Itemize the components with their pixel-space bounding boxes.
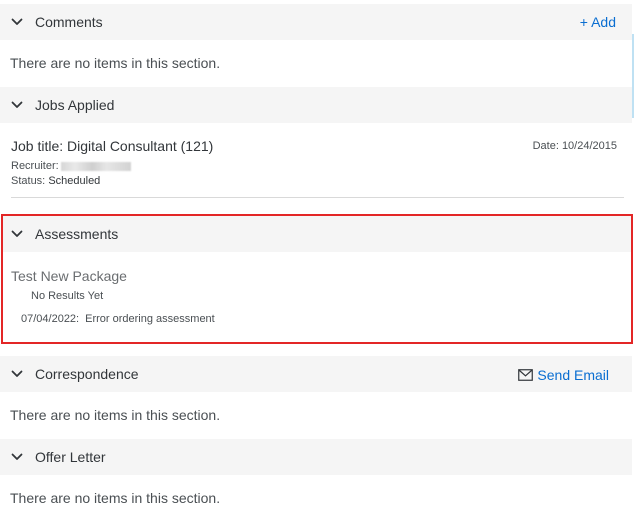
comments-section-title: Comments [35, 14, 103, 30]
chevron-down-icon[interactable] [11, 99, 23, 111]
comments-empty-text: There are no items in this section. [10, 55, 221, 71]
chevron-down-icon[interactable] [11, 451, 23, 463]
offer-letter-section-header[interactable]: Offer Letter [0, 439, 632, 475]
jobs-applied-section-header[interactable]: Jobs Applied [0, 87, 632, 123]
job-title[interactable]: Job title: Digital Consultant (121) [11, 137, 213, 155]
status-row: Status: Scheduled [11, 174, 100, 188]
job-applied-date: Date: 10/24/2015 [532, 140, 617, 152]
offer-letter-section-title: Offer Letter [35, 449, 106, 465]
candidate-profile-sections: Comments + Add There are no items in thi… [0, 0, 634, 516]
chevron-down-icon[interactable] [11, 16, 23, 28]
status-value: Scheduled [48, 175, 101, 187]
offer-letter-empty-text: There are no items in this section. [10, 490, 221, 506]
assessments-highlight-box [1, 214, 633, 344]
mail-icon [518, 367, 534, 381]
jobs-applied-section-title: Jobs Applied [35, 97, 115, 113]
recruiter-name-redacted [60, 161, 131, 171]
chevron-down-icon[interactable] [11, 368, 23, 380]
correspondence-empty-text: There are no items in this section. [10, 407, 221, 423]
comments-section-header[interactable]: Comments + Add [0, 4, 632, 40]
add-comment-button[interactable]: + Add [580, 13, 616, 31]
divider [11, 197, 624, 198]
correspondence-section-header[interactable]: Correspondence Send Email [0, 356, 632, 392]
recruiter-label: Recruiter: [11, 160, 59, 172]
correspondence-section-title: Correspondence [35, 366, 139, 382]
send-email-button[interactable]: Send Email [518, 366, 609, 384]
status-label: Status: [11, 175, 46, 187]
send-email-label: Send Email [537, 367, 609, 383]
recruiter-row: Recruiter: [11, 159, 131, 173]
